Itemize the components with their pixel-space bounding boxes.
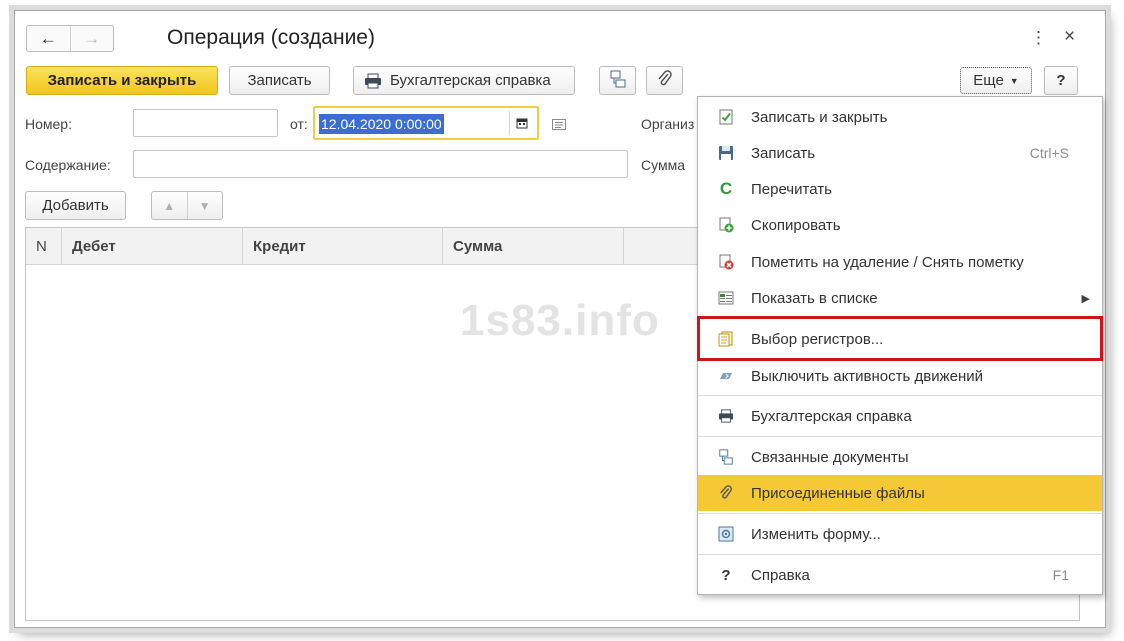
menu-shortcut: Ctrl+S bbox=[1029, 145, 1069, 161]
menu-item-label: Скопировать bbox=[751, 216, 841, 234]
menu-item-label: Показать в списке bbox=[751, 289, 878, 307]
printer-icon bbox=[364, 73, 382, 89]
floppy-icon bbox=[717, 144, 735, 162]
menu-item-mark-delete[interactable]: Пометить на удаление / Снять пометку bbox=[698, 244, 1102, 280]
copy-icon bbox=[717, 216, 735, 234]
content-label: Содержание: bbox=[25, 157, 111, 173]
callout-highlight-box bbox=[697, 316, 1103, 361]
check-doc-icon bbox=[717, 108, 735, 126]
number-label: Номер: bbox=[25, 116, 72, 132]
linked-docs-icon bbox=[717, 448, 735, 466]
content-field[interactable] bbox=[133, 150, 628, 178]
save-button[interactable]: Записать bbox=[229, 66, 330, 95]
menu-item-label: Бухгалтерская справка bbox=[751, 407, 912, 425]
delete-mark-icon bbox=[717, 253, 735, 271]
move-up-icon[interactable]: ▲ bbox=[152, 199, 187, 213]
menu-item-label: Перечитать bbox=[751, 180, 832, 198]
attachments-button[interactable] bbox=[646, 66, 683, 95]
forward-button[interactable]: → bbox=[69, 26, 114, 51]
column-header-sum[interactable]: Сумма bbox=[443, 228, 624, 265]
refresh-icon: C bbox=[719, 179, 733, 198]
number-field[interactable] bbox=[133, 109, 278, 137]
page-title: Операция (создание) bbox=[167, 26, 375, 49]
menu-separator bbox=[698, 395, 1102, 396]
back-button[interactable]: ← bbox=[27, 26, 70, 51]
menu-item-linked-docs[interactable]: Связанные документы bbox=[698, 439, 1102, 475]
menu-item-label: Присоединенные файлы bbox=[751, 484, 925, 502]
menu-item-label: Пометить на удаление / Снять пометку bbox=[751, 253, 1024, 271]
menu-item-label: Изменить форму... bbox=[751, 525, 881, 543]
paperclip-icon bbox=[657, 69, 673, 92]
accounting-report-label: Бухгалтерская справка bbox=[390, 72, 551, 89]
menu-item-reread[interactable]: C Перечитать bbox=[698, 171, 1102, 207]
help-icon: ? bbox=[721, 566, 731, 584]
watermark: 1s83.info bbox=[460, 296, 660, 345]
menu-item-label: Записать bbox=[751, 144, 816, 162]
comment-icon[interactable] bbox=[552, 117, 566, 133]
help-button[interactable]: ? bbox=[1044, 66, 1078, 95]
sum-label: Сумма bbox=[641, 157, 685, 173]
from-label: от: bbox=[290, 116, 308, 132]
chevron-down-icon: ▼ bbox=[1009, 75, 1019, 86]
more-actions-icon[interactable]: ⋮ bbox=[1030, 28, 1047, 48]
menu-item-help[interactable]: ? Справка F1 bbox=[698, 557, 1102, 593]
column-header-credit[interactable]: Кредит bbox=[243, 228, 443, 265]
menu-item-change-form[interactable]: Изменить форму... bbox=[698, 516, 1102, 552]
column-header-debit[interactable]: Дебет bbox=[62, 228, 243, 265]
linked-docs-button[interactable] bbox=[599, 66, 636, 95]
move-down-icon[interactable]: ▼ bbox=[188, 199, 223, 213]
calendar-icon[interactable] bbox=[516, 116, 528, 132]
organization-label: Организ bbox=[641, 116, 695, 132]
menu-separator bbox=[698, 554, 1102, 555]
change-form-icon bbox=[717, 525, 735, 543]
menu-item-show-in-list[interactable]: Показать в списке ▶ bbox=[698, 280, 1102, 316]
more-label: Еще bbox=[973, 72, 1004, 89]
more-button[interactable]: Еще ▼ bbox=[960, 67, 1032, 94]
menu-item-attached-files[interactable]: Присоединенные файлы bbox=[698, 475, 1102, 511]
menu-item-save-close[interactable]: Записать и закрыть bbox=[698, 99, 1102, 135]
printer-icon bbox=[717, 407, 735, 425]
date-value: 12.04.2020 0:00:00 bbox=[319, 114, 444, 134]
list-icon bbox=[717, 289, 735, 307]
navigation-buttons: ← → bbox=[26, 25, 114, 52]
menu-separator bbox=[698, 436, 1102, 437]
menu-separator bbox=[698, 513, 1102, 514]
add-row-button[interactable]: Добавить bbox=[25, 191, 126, 220]
linked-docs-icon bbox=[609, 70, 627, 92]
menu-shortcut: F1 bbox=[1052, 567, 1069, 583]
menu-item-label: Записать и закрыть bbox=[751, 108, 888, 126]
column-header-n[interactable]: N bbox=[26, 228, 62, 265]
menu-item-copy[interactable]: Скопировать bbox=[698, 207, 1102, 243]
move-buttons: ▲ ▼ bbox=[151, 191, 223, 220]
menu-item-label: Справка bbox=[751, 566, 810, 584]
menu-item-disable-activity[interactable]: Выключить активность движений bbox=[698, 358, 1102, 394]
date-divider bbox=[509, 111, 510, 135]
paperclip-icon bbox=[717, 484, 735, 502]
menu-item-accounting-report[interactable]: Бухгалтерская справка bbox=[698, 398, 1102, 434]
close-icon[interactable]: × bbox=[1064, 26, 1075, 48]
menu-item-label: Выключить активность движений bbox=[751, 367, 984, 385]
menu-item-label: Связанные документы bbox=[751, 448, 909, 466]
accounting-report-button[interactable]: Бухгалтерская справка bbox=[353, 66, 575, 95]
toggle-activity-icon bbox=[717, 367, 735, 385]
submenu-arrow-icon: ▶ bbox=[1081, 292, 1090, 305]
save-and-close-button[interactable]: Записать и закрыть bbox=[26, 66, 218, 95]
menu-item-save[interactable]: Записать Ctrl+S bbox=[698, 135, 1102, 171]
